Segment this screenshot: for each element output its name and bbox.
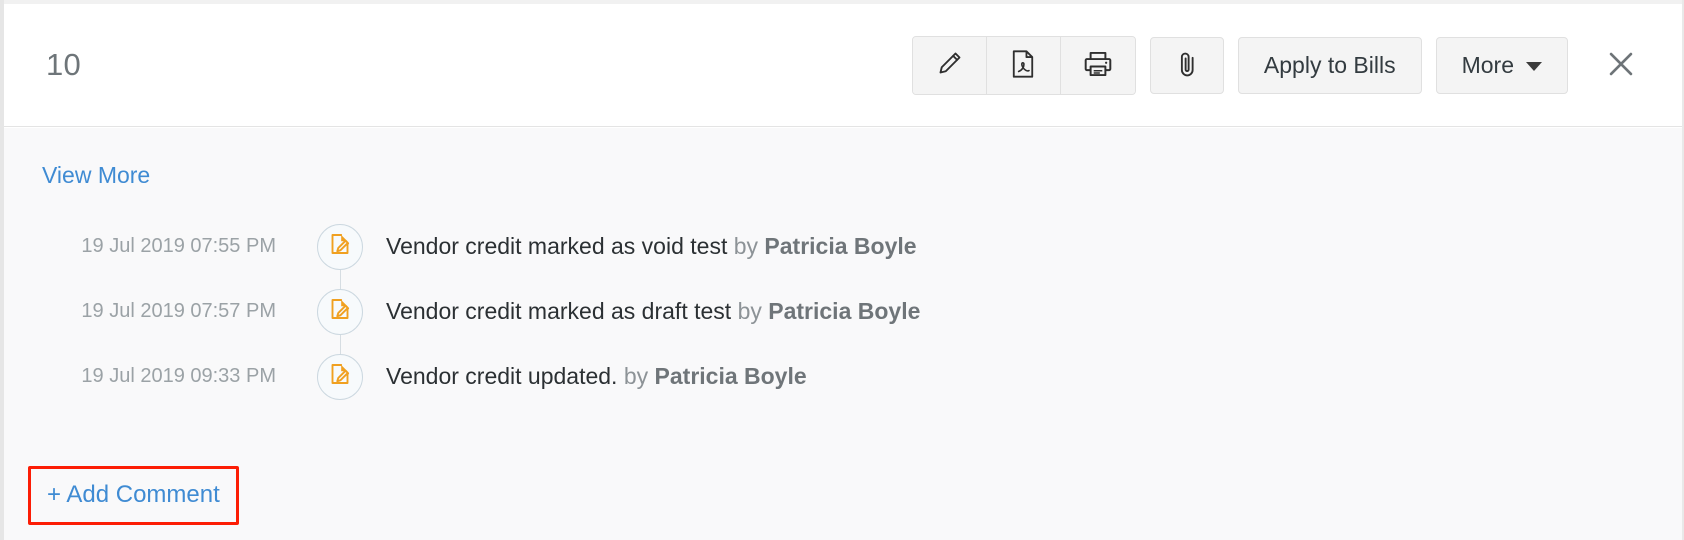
view-more-link[interactable]: View More (42, 162, 150, 189)
apply-to-bills-button[interactable]: Apply to Bills (1238, 37, 1422, 94)
document-edit-icon (328, 362, 352, 391)
edit-button[interactable] (913, 37, 987, 94)
timeline-user: Patricia Boyle (764, 233, 916, 259)
timeline-user: Patricia Boyle (655, 363, 807, 389)
close-button[interactable] (1598, 42, 1644, 88)
timeline-row: 19 Jul 2019 09:33 PM (4, 344, 1682, 409)
more-label: More (1462, 52, 1514, 79)
document-edit-icon (328, 297, 352, 326)
timeline-action: Vendor credit marked as void test (386, 233, 727, 259)
timeline-entry-text: Vendor credit marked as void test by Pat… (386, 233, 917, 260)
timeline-entry-text: Vendor credit updated. by Patricia Boyle (386, 363, 807, 390)
close-icon (1604, 47, 1638, 84)
timeline-bullet (317, 224, 363, 270)
document-action-button-group (912, 36, 1136, 95)
timeline-timestamp: 19 Jul 2019 09:33 PM (4, 365, 294, 388)
timeline-by-label: by (734, 233, 758, 259)
header-actions: Apply to Bills More (912, 36, 1644, 95)
timeline-action: Vendor credit marked as draft test (386, 298, 731, 324)
timeline-node (294, 214, 386, 279)
timeline-by-label: by (738, 298, 762, 324)
activity-timeline: 19 Jul 2019 07:55 PM (4, 214, 1682, 409)
add-comment-button[interactable]: + Add Comment (31, 469, 236, 522)
add-comment-highlight: + Add Comment (28, 466, 239, 525)
apply-to-bills-label: Apply to Bills (1264, 52, 1396, 79)
timeline-node (294, 279, 386, 344)
timeline-row: 19 Jul 2019 07:57 PM (4, 279, 1682, 344)
detail-body: View More 19 Jul 2019 07:55 PM (4, 128, 1682, 540)
timeline-by-label: by (624, 363, 648, 389)
timeline-node (294, 344, 386, 409)
more-button[interactable]: More (1436, 37, 1568, 94)
print-button[interactable] (1061, 37, 1135, 94)
print-icon (1082, 49, 1114, 82)
timeline-action: Vendor credit updated. (386, 363, 617, 389)
attachment-button[interactable] (1150, 37, 1224, 94)
document-number: 10 (46, 47, 81, 83)
timeline-row: 19 Jul 2019 07:55 PM (4, 214, 1682, 279)
pdf-icon (1009, 49, 1037, 82)
detail-header: 10 (4, 4, 1682, 127)
timeline-bullet (317, 289, 363, 335)
vendor-credit-detail-panel: 10 (0, 0, 1684, 540)
timeline-timestamp: 19 Jul 2019 07:55 PM (4, 235, 294, 258)
timeline-user: Patricia Boyle (768, 298, 920, 324)
edit-icon (934, 49, 964, 82)
timeline-timestamp: 19 Jul 2019 07:57 PM (4, 300, 294, 323)
pdf-button[interactable] (987, 37, 1061, 94)
attachment-icon (1172, 49, 1202, 82)
document-edit-icon (328, 232, 352, 261)
timeline-bullet (317, 354, 363, 400)
chevron-down-icon (1526, 62, 1542, 71)
timeline-entry-text: Vendor credit marked as draft test by Pa… (386, 298, 920, 325)
